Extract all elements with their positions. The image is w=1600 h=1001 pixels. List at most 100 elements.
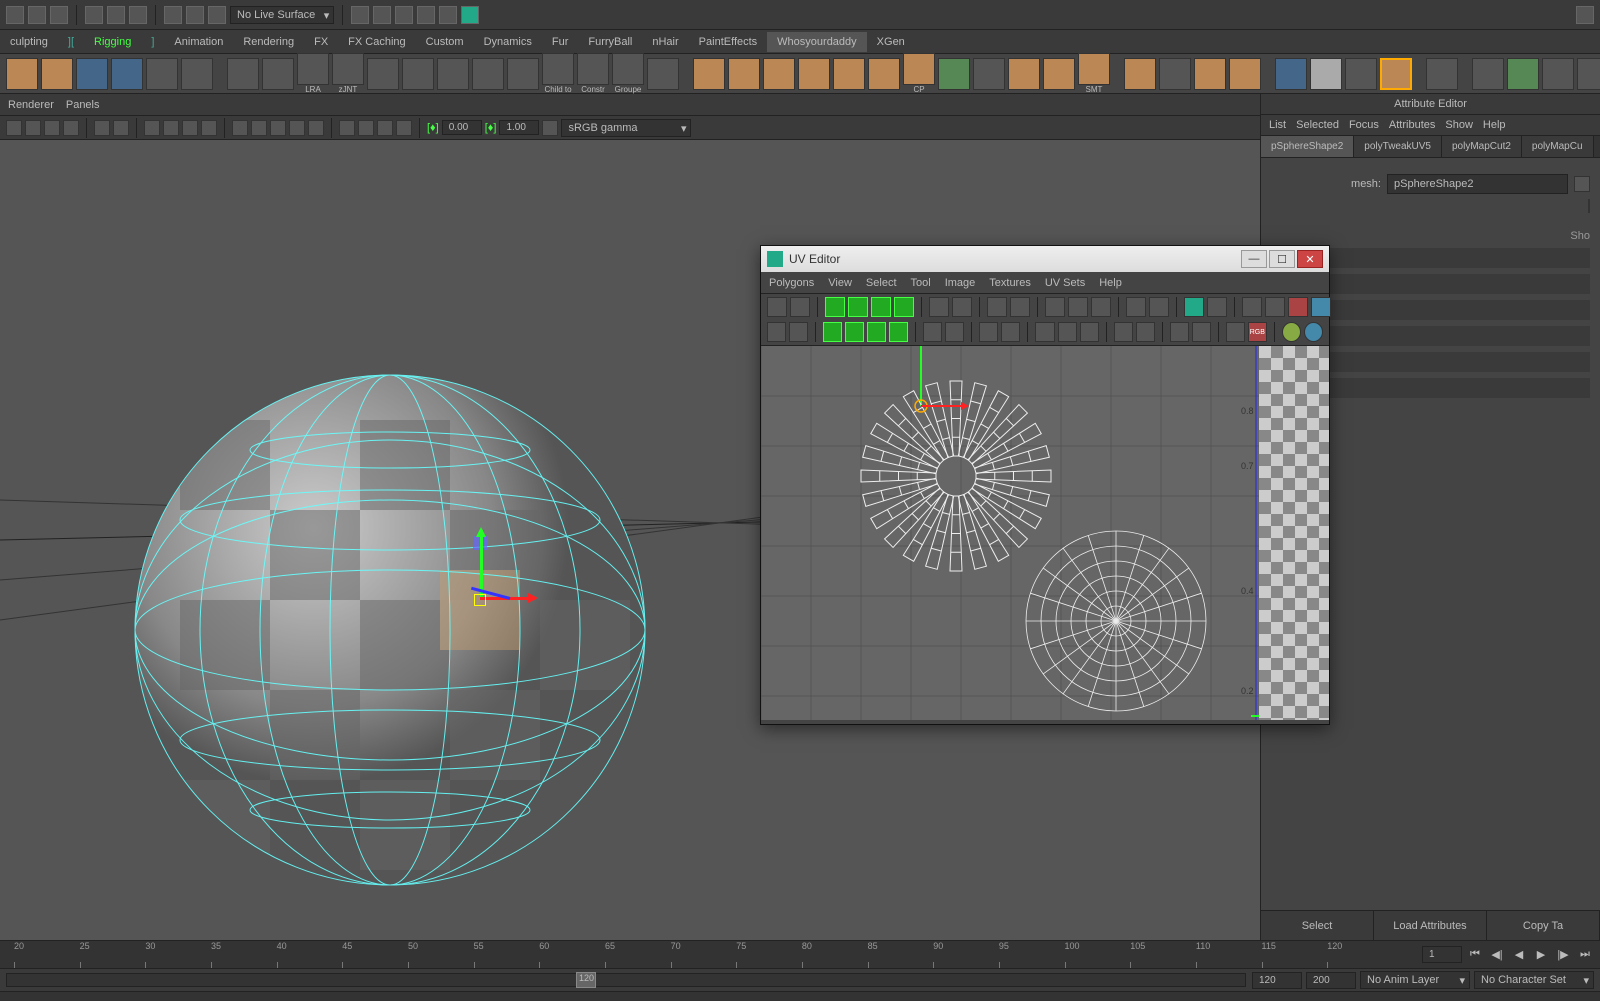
uv-tool-icon[interactable] [1001,322,1020,342]
character-set-dropdown[interactable]: No Character Set [1474,971,1594,989]
shelf-button[interactable] [1043,58,1075,90]
uv-menu-select[interactable]: Select [866,277,897,289]
uv-menu-uvsets[interactable]: UV Sets [1045,277,1085,289]
tool-icon[interactable] [50,6,68,24]
shelf-button[interactable] [1275,58,1307,90]
uv-tool-icon[interactable] [945,322,964,342]
shelf-tab-sculpting[interactable]: culpting [0,32,58,52]
uv-tool-icon[interactable] [1288,297,1308,317]
tool-icon[interactable] [129,6,147,24]
close-button[interactable]: ✕ [1297,250,1323,268]
uv-canvas[interactable]: 0.8 0.7 0.4 0.2 [761,346,1329,720]
tool-icon[interactable] [373,6,391,24]
shelf-button-constr[interactable] [577,53,609,85]
shelf-button[interactable] [507,58,539,90]
shelf-button[interactable] [1577,58,1600,90]
menu-help[interactable]: Help [1483,119,1506,131]
shelf-button[interactable] [973,58,1005,90]
menu-panels[interactable]: Panels [66,99,100,111]
attr-tab-mapcut2[interactable]: polyMapCu [1522,136,1594,157]
vp-tool-icon[interactable] [44,120,60,136]
load-attributes-button[interactable]: Load Attributes [1374,911,1487,940]
help-icon[interactable] [1576,6,1594,24]
time-ruler[interactable]: ⏮ ◀| ◀ ▶ |▶ ⏭ 20253035404550556065707580… [0,941,1600,969]
select-button[interactable]: Select [1261,911,1374,940]
uv-editor-window[interactable]: UV Editor — ☐ ✕ Polygons View Select Too… [760,245,1330,725]
exposure-field[interactable]: 0.00 [442,120,482,135]
vp-tool-icon[interactable] [6,120,22,136]
shelf-button[interactable] [833,58,865,90]
attr-tab-shape[interactable]: pSphereShape2 [1261,136,1354,157]
tool-icon[interactable] [395,6,413,24]
section-show[interactable]: Sho [1271,230,1590,242]
uv-menu-tool[interactable]: Tool [911,277,931,289]
attr-tab-mapcut[interactable]: polyMapCut2 [1442,136,1522,157]
uv-tool-icon[interactable] [1136,322,1155,342]
range-start-field[interactable] [1252,972,1302,989]
tool-icon[interactable] [85,6,103,24]
shelf-button[interactable] [1345,58,1377,90]
shelf-tab-rendering[interactable]: Rendering [233,32,304,52]
fast-fwd-button[interactable]: ⏭ [1576,945,1594,963]
shelf-button[interactable] [1194,58,1226,90]
shelf-button[interactable] [868,58,900,90]
shelf-button[interactable] [1008,58,1040,90]
play-back-button[interactable]: ◀ [1510,945,1528,963]
maximize-button[interactable]: ☐ [1269,250,1295,268]
vp-tool-icon[interactable] [232,120,248,136]
menu-renderer[interactable]: Renderer [8,99,54,111]
range-end-field[interactable] [1306,972,1356,989]
shelf-button[interactable] [262,58,294,90]
uv-rgb-icon[interactable]: RGB [1248,322,1267,342]
vp-tool-icon[interactable] [182,120,198,136]
shelf-tab-xgen[interactable]: XGen [867,32,915,52]
vp-tool-icon[interactable] [339,120,355,136]
sphere-mesh[interactable] [130,370,650,890]
mesh-name-field[interactable] [1387,174,1568,194]
vp-tool-icon[interactable] [163,120,179,136]
shelf-button[interactable] [1124,58,1156,90]
vp-tool-icon[interactable] [289,120,305,136]
uv-menu-help[interactable]: Help [1099,277,1122,289]
uv-flip-v-icon[interactable] [848,297,868,317]
tool-icon[interactable] [351,6,369,24]
shelf-button-cp[interactable] [903,53,935,85]
shelf-button[interactable] [1380,58,1412,90]
shelf-tab-painteffects[interactable]: PaintEffects [689,32,768,52]
uv-tool-icon[interactable] [1242,297,1262,317]
tool-icon[interactable] [439,6,457,24]
uv-tool-icon[interactable] [1282,322,1301,342]
uv-tool-icon[interactable] [923,322,942,342]
shelf-button[interactable] [1159,58,1191,90]
minimize-button[interactable]: — [1241,250,1267,268]
uv-tool-icon[interactable] [1184,297,1204,317]
uv-tool-icon[interactable] [1045,297,1065,317]
vp-tool-icon[interactable] [25,120,41,136]
uv-menu-polygons[interactable]: Polygons [769,277,814,289]
copy-tab-button[interactable]: Copy Ta [1487,911,1600,940]
uv-tool-icon[interactable] [867,322,886,342]
shelf-button-groupe[interactable] [612,53,644,85]
vp-tool-icon[interactable] [377,120,393,136]
shelf-tab-furryball[interactable]: FurryBall [578,32,642,52]
uv-tool-icon[interactable] [823,322,842,342]
shelf-button[interactable] [111,58,143,90]
shelf-button[interactable] [763,58,795,90]
shelf-button[interactable] [227,58,259,90]
shelf-button-childto[interactable] [542,53,574,85]
uv-tool-icon[interactable] [767,322,786,342]
shelf-tab-rigging[interactable]: Rigging [84,32,141,52]
play-button[interactable]: ▶ [1532,945,1550,963]
menu-list[interactable]: List [1269,119,1286,131]
vp-tool-icon[interactable] [270,120,286,136]
shelf-button[interactable] [402,58,434,90]
shelf-button[interactable] [472,58,504,90]
vp-tool-icon[interactable] [251,120,267,136]
live-surface-dropdown[interactable]: No Live Surface [230,6,334,24]
uv-tool-icon[interactable] [1226,322,1245,342]
shelf-button[interactable] [1542,58,1574,90]
uv-tool-icon[interactable] [1058,322,1077,342]
vp-tool-icon[interactable] [308,120,324,136]
shelf-button[interactable] [437,58,469,90]
shelf-button[interactable] [1507,58,1539,90]
